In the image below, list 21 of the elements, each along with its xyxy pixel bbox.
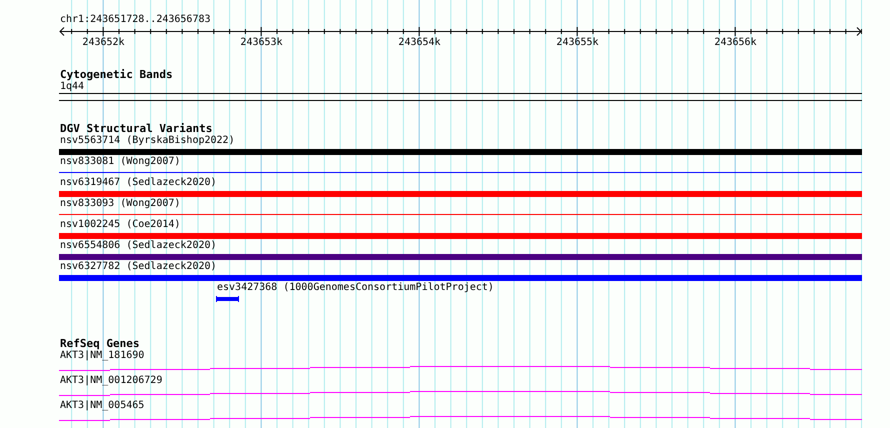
variant-label: nsv1002245 (Coe2014) — [59, 219, 180, 231]
tick-label: 243656k — [714, 37, 757, 48]
variant-label: nsv5563714 (ByrskaBishop2022) — [59, 135, 235, 147]
tick-label: 243655k — [556, 37, 599, 48]
gene-label: AKT3|NM_181690 — [59, 350, 144, 362]
tick-label: 243654k — [398, 37, 441, 48]
location-label: chr1:243651728..243656783 — [59, 14, 211, 26]
variant-label: nsv6327782 (Sedlazeck2020) — [59, 261, 217, 273]
track-title: Cytogenetic Bands — [59, 69, 173, 81]
tick-label: 243653k — [240, 37, 283, 48]
variant-label: nsv833093 (Wong2007) — [59, 198, 180, 210]
variant-label: esv3427368 (1000GenomesConsortiumPilotProject) — [216, 282, 494, 294]
gene-label: AKT3|NM_001206729 — [59, 375, 162, 387]
track-title: RefSeq Genes — [59, 338, 140, 350]
gene-label: AKT3|NM_005465 — [59, 400, 144, 412]
tick-label: 243652k — [82, 37, 125, 48]
band-label: 1q44 — [59, 81, 84, 93]
variant-label: nsv6319467 (Sedlazeck2020) — [59, 177, 217, 189]
variant-label: nsv833081 (Wong2007) — [59, 156, 180, 168]
track-title: DGV Structural Variants — [59, 123, 212, 135]
variant-label: nsv6554806 (Sedlazeck2020) — [59, 240, 217, 252]
